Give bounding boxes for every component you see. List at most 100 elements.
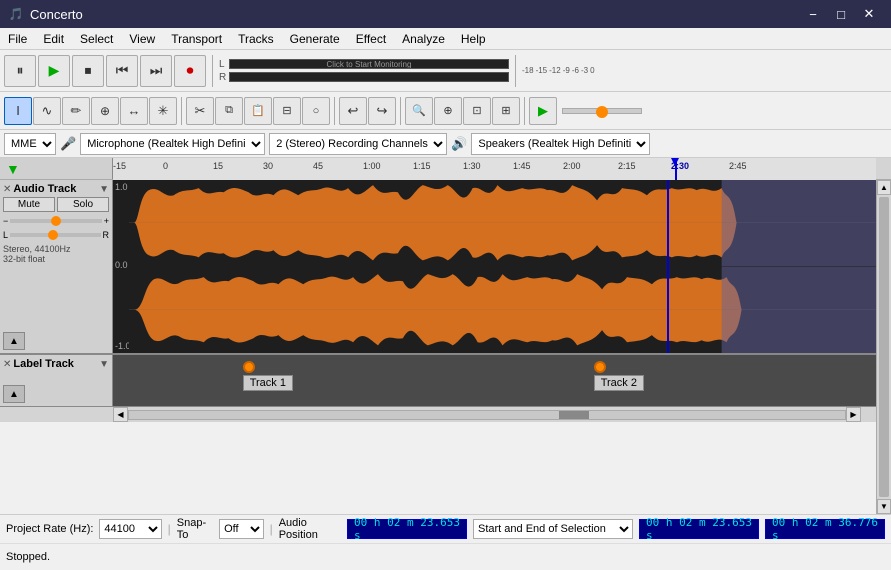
label-track-canvas[interactable]: Track 1 Track 2: [113, 355, 876, 406]
selection-tool[interactable]: I: [4, 97, 32, 125]
cut-button[interactable]: ✂: [186, 97, 214, 125]
menu-view[interactable]: View: [121, 30, 163, 48]
hscroll-thumb[interactable]: [559, 411, 589, 419]
level-l-meter: Click to Start Monitoring: [229, 59, 509, 69]
toolbar-sep-2: [515, 55, 516, 87]
skip-start-button[interactable]: ⏮: [106, 55, 138, 87]
hscroll-corner: [861, 407, 876, 422]
label-track1-text[interactable]: Track 1: [243, 375, 293, 391]
track-header-row: ✕ Audio Track ▼: [3, 183, 109, 195]
level-r-row: R: [219, 72, 509, 83]
envelope-tool[interactable]: ∿: [33, 97, 61, 125]
menu-select[interactable]: Select: [72, 30, 121, 48]
selection-type-select[interactable]: Start and End of Selection: [473, 519, 633, 539]
zoom-sel-button[interactable]: ⊡: [463, 97, 491, 125]
zoom-in-button[interactable]: ⊕: [434, 97, 462, 125]
track-collapse-btn[interactable]: ▼: [99, 184, 109, 195]
label-track1-pin[interactable]: [243, 361, 255, 373]
snap-to-label: Snap-To: [177, 517, 213, 541]
y-mid-top-label: 0.0: [115, 260, 128, 270]
statusbar-bottom-row: Stopped.: [0, 543, 891, 570]
ruler-left-pad: ▼: [0, 158, 113, 179]
pan-r-label: R: [103, 230, 110, 240]
audio-track-controls: ✕ Audio Track ▼ Mute Solo − +: [0, 180, 113, 353]
pan-slider-handle[interactable]: [48, 230, 58, 240]
ruler-mark-30: 30: [263, 161, 273, 171]
draw-tool[interactable]: ✏: [62, 97, 90, 125]
level-l-label: L: [219, 59, 227, 70]
label-track2-pin[interactable]: [594, 361, 606, 373]
label-track2[interactable]: Track 2: [594, 361, 644, 391]
trim-button[interactable]: ⊟: [273, 97, 301, 125]
label-track-collapse-btn[interactable]: ▼: [99, 359, 109, 370]
menu-tracks[interactable]: Tracks: [230, 30, 282, 48]
paste-button[interactable]: 📋: [244, 97, 272, 125]
skip-end-button[interactable]: ⏭: [140, 55, 172, 87]
track-expand-btn[interactable]: ▲: [3, 332, 25, 350]
record-button[interactable]: ⏺: [174, 55, 206, 87]
audio-track-canvas[interactable]: 1.0 0.0 -1.0: [113, 180, 876, 353]
menu-edit[interactable]: Edit: [35, 30, 72, 48]
mute-button[interactable]: Mute: [3, 197, 55, 212]
audio-position-display[interactable]: 00 h 02 m 23.653 s: [347, 519, 467, 539]
app-container: 🎵 Concerto − □ ✕ File Edit Select View T…: [0, 0, 891, 570]
level-meters-container: L Click to Start Monitoring R: [219, 59, 509, 83]
multi-tool[interactable]: ✳: [149, 97, 177, 125]
label-track-close-btn[interactable]: ✕: [3, 359, 11, 370]
silence-button[interactable]: ○: [302, 97, 330, 125]
hscroll-left-btn[interactable]: ◀: [113, 407, 128, 422]
label-track2-text[interactable]: Track 2: [594, 375, 644, 391]
zoom-fit-button[interactable]: ⊞: [492, 97, 520, 125]
menu-analyze[interactable]: Analyze: [394, 30, 453, 48]
channels-select[interactable]: 2 (Stereo) Recording Channels: [269, 133, 447, 155]
hscroll-right-btn[interactable]: ▶: [846, 407, 861, 422]
menu-file[interactable]: File: [0, 30, 35, 48]
vscroll-thumb[interactable]: [879, 197, 889, 497]
stopped-text: Stopped.: [6, 551, 50, 563]
statusbar: Project Rate (Hz): 44100 | Snap-To Off |…: [0, 514, 891, 570]
play-button[interactable]: ▶: [38, 55, 70, 87]
menu-help[interactable]: Help: [453, 30, 494, 48]
maximize-button[interactable]: □: [827, 0, 855, 28]
project-rate-label: Project Rate (Hz):: [6, 523, 93, 535]
hscroll-track[interactable]: [128, 410, 846, 420]
close-button[interactable]: ✕: [855, 0, 883, 28]
zoom-out-button[interactable]: 🔍: [405, 97, 433, 125]
gain-slider-track[interactable]: [10, 219, 101, 223]
vscroll-up-btn[interactable]: ▲: [877, 180, 891, 195]
menu-effect[interactable]: Effect: [348, 30, 394, 48]
level-r-label: R: [219, 72, 227, 83]
redo-button[interactable]: ↪: [368, 97, 396, 125]
menu-generate[interactable]: Generate: [282, 30, 348, 48]
selection-end-display[interactable]: 00 h 02 m 36.776 s: [765, 519, 885, 539]
undo-button[interactable]: ↩: [339, 97, 367, 125]
snap-to-select[interactable]: Off: [219, 519, 264, 539]
gain-slider-handle[interactable]: [51, 216, 61, 226]
copy-button[interactable]: ⧉: [215, 97, 243, 125]
speaker-select[interactable]: Speakers (Realtek High Definiti: [471, 133, 650, 155]
gain-minus-label: −: [3, 216, 8, 226]
track-close-btn[interactable]: ✕: [3, 184, 11, 195]
host-select[interactable]: MME: [4, 133, 56, 155]
titlebar: 🎵 Concerto − □ ✕: [0, 0, 891, 28]
label-track-header-row: ✕ Label Track ▼: [3, 358, 109, 370]
project-rate-select[interactable]: 44100: [99, 519, 161, 539]
selection-start-display[interactable]: 00 h 02 m 23.653 s: [639, 519, 759, 539]
pause-button[interactable]: ⏸: [4, 55, 36, 87]
pan-slider-track[interactable]: [10, 233, 100, 237]
menu-transport[interactable]: Transport: [163, 30, 230, 48]
playback-play-button[interactable]: ▶: [529, 97, 557, 125]
timeshift-tool[interactable]: ↔: [120, 97, 148, 125]
label-track1[interactable]: Track 1: [243, 361, 293, 391]
label-track-expand-btn[interactable]: ▲: [3, 385, 25, 403]
level-l-text[interactable]: Click to Start Monitoring: [230, 60, 508, 68]
solo-button[interactable]: Solo: [57, 197, 109, 212]
vscroll-down-btn[interactable]: ▼: [877, 499, 891, 514]
stop-button[interactable]: ⏹: [72, 55, 104, 87]
label-track-name: Label Track: [13, 358, 99, 370]
microphone-select[interactable]: Microphone (Realtek High Defini: [80, 133, 265, 155]
ruler-mark-200: 2:00: [563, 161, 581, 171]
playback-speed-slider[interactable]: [562, 108, 642, 114]
zoom-tool[interactable]: ⊕: [91, 97, 119, 125]
minimize-button[interactable]: −: [799, 0, 827, 28]
